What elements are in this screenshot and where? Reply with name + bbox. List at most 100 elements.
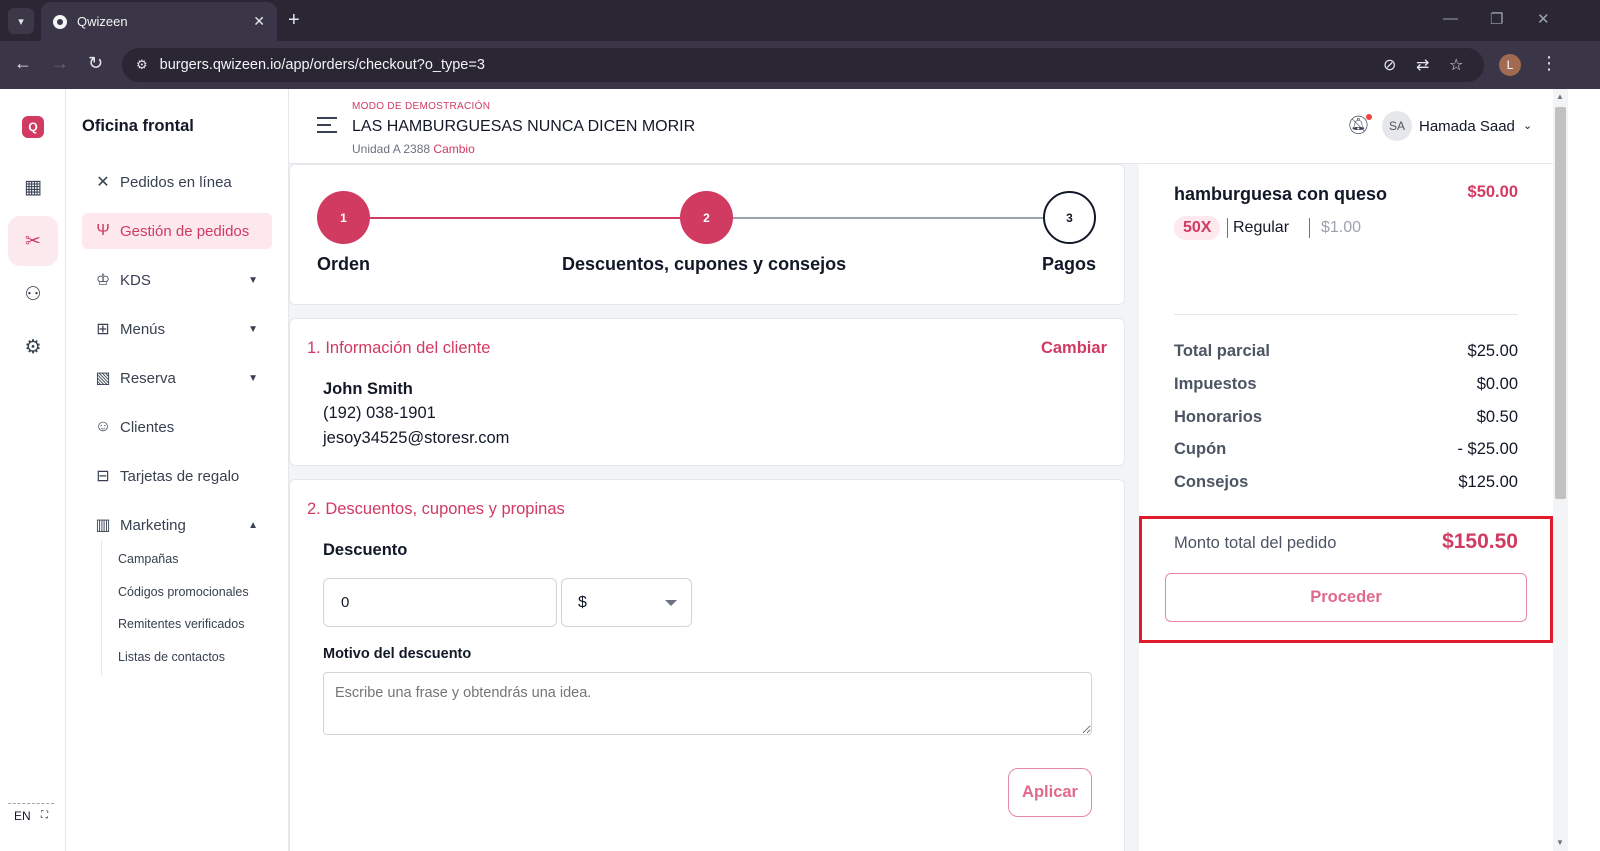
item-price: $50.00	[1467, 183, 1518, 201]
new-tab-icon[interactable]: +	[288, 8, 300, 32]
sidebar: Oficina frontal ✕ Pedidos en línea Ψ Ges…	[66, 89, 289, 851]
order-total-highlight: Monto total del pedido $150.50 Proceder	[1139, 516, 1553, 643]
sidebar-item-online-orders[interactable]: ✕ Pedidos en línea	[82, 164, 272, 200]
browser-tab[interactable]: Qwizeen ✕	[41, 2, 277, 41]
qwizeen-favicon-icon	[53, 14, 67, 29]
divider	[1227, 218, 1228, 238]
window-close-icon[interactable]: ✕	[1537, 10, 1550, 28]
change-unit-link[interactable]: Cambio	[433, 142, 474, 156]
profile-avatar[interactable]: L	[1499, 54, 1521, 76]
tracking-off-icon[interactable]: ⊘	[1383, 55, 1396, 75]
translate-icon[interactable]: ⇄	[1416, 55, 1429, 75]
browser-toolbar: ← → ↻ ⚙ burgers.qwizeen.io/app/orders/ch…	[0, 41, 1600, 89]
browser-menu-icon[interactable]: ⋮	[1540, 53, 1558, 74]
utensils-icon: Ψ	[96, 222, 110, 239]
user-name[interactable]: Hamada Saad	[1419, 118, 1515, 135]
sidebar-subitem-promo-codes[interactable]: Códigos promocionales	[118, 585, 249, 599]
customer-name: John Smith	[323, 380, 413, 398]
order-total-value: $150.50	[1442, 530, 1518, 553]
scroll-up-icon[interactable]: ▲	[1556, 92, 1564, 101]
divider	[1309, 218, 1310, 238]
step-1-label: Orden	[317, 254, 371, 274]
reload-icon[interactable]: ↻	[88, 53, 103, 74]
chef-hat-icon: ♔	[95, 272, 111, 289]
chevron-down-icon: ▼	[248, 274, 258, 286]
discounts-section-title: 2. Descuentos, cupones y propinas	[307, 500, 565, 518]
site-info-icon[interactable]: ⚙	[136, 57, 148, 73]
qwizeen-logo[interactable]: Q	[22, 116, 44, 138]
summary-row-taxes: Impuestos $0.00	[1174, 375, 1518, 393]
scrollbar-thumb[interactable]	[1555, 107, 1566, 499]
back-icon[interactable]: ←	[14, 53, 32, 74]
unit-info: Unidad A 2388 Cambio	[352, 142, 475, 156]
tab-search-icon[interactable]: ▾	[8, 8, 34, 34]
discount-type-value: $	[578, 593, 587, 611]
step-1-circle[interactable]: 1	[317, 191, 370, 244]
store-name: LAS HAMBURGUESAS NUNCA DICEN MORIR	[352, 118, 696, 135]
chevron-down-icon: ▼	[248, 323, 258, 335]
item-name: hamburguesa con queso	[1174, 184, 1388, 204]
submenu-line	[101, 541, 102, 675]
discount-type-select[interactable]: $	[561, 578, 692, 627]
page-header: MODO DE DEMOSTRACIÓN LAS HAMBURGUESAS NU…	[289, 89, 1553, 164]
summary-row-fees: Honorarios $0.50	[1174, 408, 1518, 426]
restore-icon[interactable]: ❐	[1490, 10, 1503, 28]
forward-icon[interactable]: →	[51, 53, 69, 74]
sidebar-subitem-campaigns[interactable]: Campañas	[118, 552, 178, 566]
notifications-off-icon[interactable]: 🔕︎	[1347, 114, 1372, 136]
chevron-up-icon: ▲	[248, 519, 258, 531]
language-switch[interactable]: EN ⛶	[8, 803, 54, 827]
expand-icon: ⛶	[41, 810, 48, 821]
user-avatar[interactable]: SA	[1382, 111, 1412, 141]
step-2-circle[interactable]: 2	[680, 191, 733, 244]
customer-phone: (192) 038-1901	[323, 404, 436, 422]
sidebar-item-menus[interactable]: ⊞ Menús ▼	[82, 311, 272, 347]
minimize-icon[interactable]: —	[1443, 10, 1458, 27]
discount-input[interactable]: 0	[323, 578, 557, 627]
item-variant: Regular	[1233, 219, 1290, 236]
step-connector-done	[344, 217, 707, 219]
quantity-badge: 50X	[1174, 216, 1221, 240]
variant-price: $1.00	[1321, 219, 1362, 236]
hierarchy-icon[interactable]: ⚇	[8, 269, 58, 319]
sidebar-item-clients[interactable]: ☺ Clientes	[82, 409, 272, 445]
order-summary-panel: hamburguesa con queso $50.00 50X Regular…	[1139, 164, 1553, 851]
sidebar-subitem-contact-lists[interactable]: Listas de contactos	[118, 650, 225, 664]
checkout-stepper: 1 2 3 Orden Descuentos, cupones y consej…	[289, 164, 1125, 305]
sidebar-subitem-verified-senders[interactable]: Remitentes verificados	[118, 617, 244, 631]
chevron-down-icon: ▼	[248, 372, 258, 384]
utensils-icon[interactable]: ✂	[8, 216, 58, 266]
fork-knife-icon: ✕	[96, 174, 110, 191]
users-icon: ☺	[94, 418, 112, 435]
discount-label: Descuento	[323, 541, 408, 559]
bookmark-star-icon[interactable]: ☆	[1449, 55, 1463, 75]
dashboard-icon[interactable]: ▦	[8, 162, 58, 212]
chevron-down-icon[interactable]: ⌄	[1523, 119, 1532, 132]
summary-divider	[1174, 314, 1518, 315]
discount-reason-textarea[interactable]	[323, 672, 1092, 735]
summary-row-coupon: Cupón - $25.00	[1174, 440, 1518, 458]
hamburger-menu-icon[interactable]	[317, 117, 337, 138]
icon-rail: Q ▦ ✂ ⚇ ⚙ EN ⛶	[0, 89, 66, 851]
unit-label: Unidad A 2388	[352, 142, 431, 156]
sidebar-item-marketing[interactable]: ▥ Marketing ▲	[82, 507, 272, 543]
page-gutter	[1568, 89, 1600, 851]
proceed-button[interactable]: Proceder	[1165, 573, 1527, 622]
settings-gear-icon[interactable]: ⚙	[8, 322, 58, 372]
scroll-down-icon[interactable]: ▼	[1556, 838, 1564, 847]
address-bar[interactable]: ⚙ burgers.qwizeen.io/app/orders/checkout…	[122, 48, 1484, 82]
apply-button[interactable]: Aplicar	[1008, 768, 1092, 817]
customer-email: jesoy34525@storesr.com	[323, 429, 510, 447]
sidebar-item-gift-cards[interactable]: ⊟ Tarjetas de regalo	[82, 458, 272, 494]
caret-down-icon	[665, 600, 677, 606]
step-3-circle[interactable]: 3	[1043, 191, 1096, 244]
language-code: EN	[14, 808, 31, 823]
sidebar-item-order-management[interactable]: Ψ Gestión de pedidos	[82, 213, 272, 249]
change-customer-button[interactable]: Cambiar	[1041, 339, 1107, 358]
customer-section-title: 1. Información del cliente	[307, 339, 491, 357]
sidebar-item-reservation[interactable]: ▧ Reserva ▼	[82, 360, 272, 396]
close-tab-icon[interactable]: ✕	[253, 13, 265, 30]
bar-chart-icon: ▥	[95, 517, 111, 534]
sidebar-item-kds[interactable]: ♔ KDS ▼	[82, 262, 272, 298]
order-total-label: Monto total del pedido	[1174, 534, 1337, 552]
